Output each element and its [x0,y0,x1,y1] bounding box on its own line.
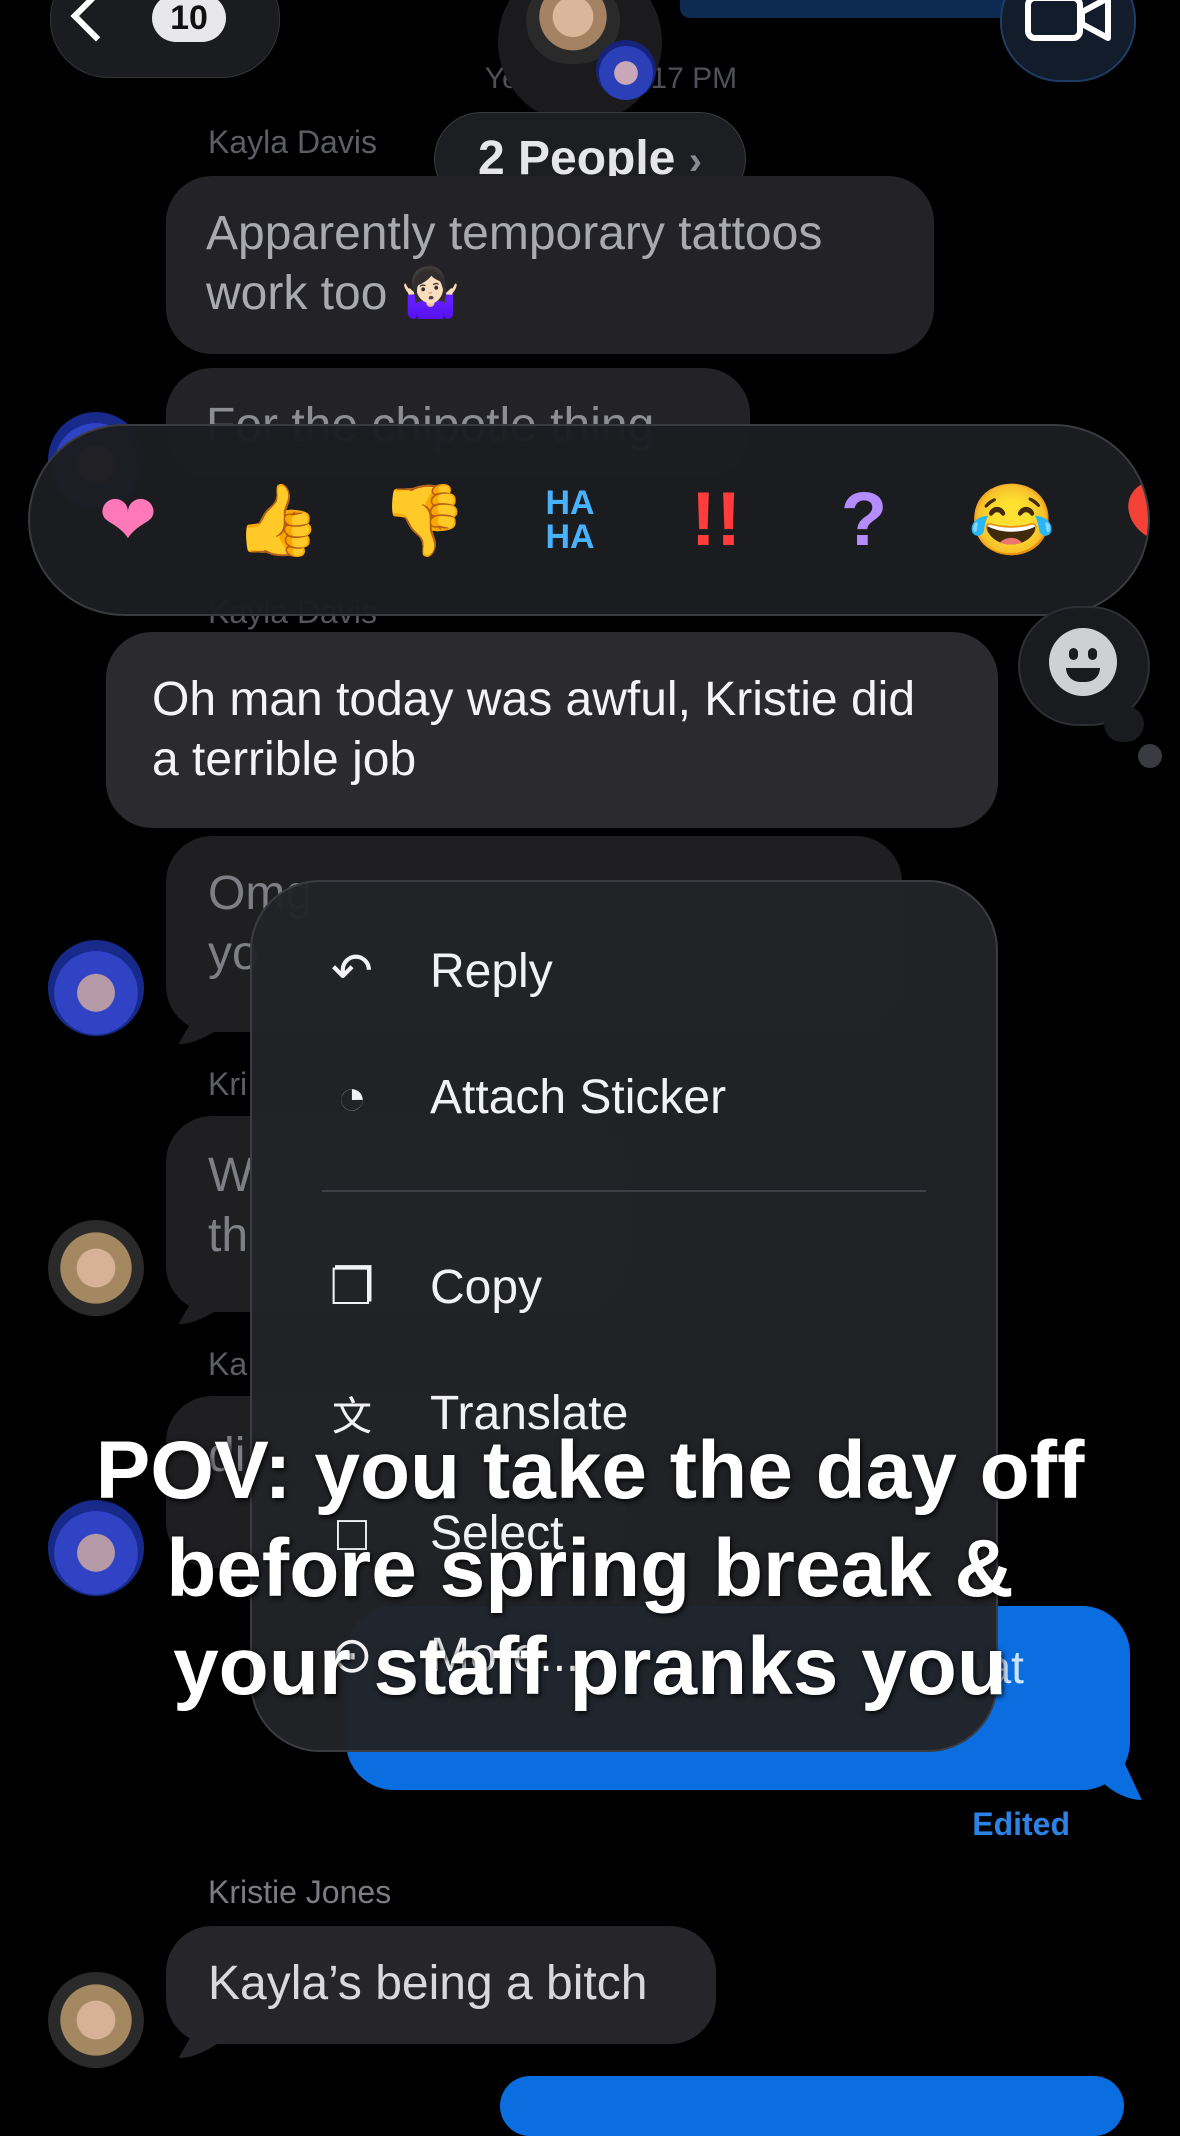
reply-arrow-icon: ↶ [331,943,373,999]
outgoing-message-bubble[interactable] [500,2076,1124,2136]
bubble-dot [1138,744,1162,768]
thumbs-up-icon: 👍 [234,481,322,559]
laughing-face-icon: 😂 [968,481,1056,559]
balloon-emoji-reaction-button[interactable]: 🎈 [1110,478,1148,562]
sender-name: Ka [208,1346,248,1382]
heart-icon: ❤ [98,481,158,559]
menu-item-label: Reply [430,945,553,998]
haha-reaction-button[interactable]: HA HA [528,478,612,570]
menu-item-label: Attach Sticker [430,1071,727,1124]
bubble-dot [1104,706,1144,742]
unread-count-badge: 10 [152,0,226,42]
caption-line: before spring break & [166,1523,1014,1614]
video-camera-icon [1024,0,1114,42]
sender-name: Kri [208,1066,248,1102]
haha-icon: HA [545,484,595,522]
message-text: Apparently temporary tattoos work too 🤷🏻… [206,207,823,320]
avatar [596,40,656,100]
smiley-icon [1049,628,1117,696]
double-exclamation-icon: !! [690,477,742,562]
sticker-icon: ◔ [336,1069,368,1125]
heart-reaction-button[interactable]: ❤ [86,478,170,562]
sender-name: Kayla Davis [208,124,377,160]
laugh-emoji-reaction-button[interactable]: 😂 [968,478,1056,562]
sender-name: Kristie Jones [208,1874,392,1910]
message-text: Kayla’s being a bitch [208,1957,648,2010]
message-text: Oh man today was awful, Kristie did a te… [152,673,916,786]
caption-line: POV: you take the day off [95,1425,1085,1516]
avatar [48,1220,144,1316]
haha-icon: HA [545,518,595,556]
selected-message-bubble[interactable]: Oh man today was awful, Kristie did a te… [106,632,998,828]
emphasize-reaction-button[interactable]: !! [674,478,758,562]
menu-item-attach-sticker[interactable]: ◔ Attach Sticker [312,1060,952,1150]
thumbs-down-icon: 👎 [380,481,468,559]
balloon-icon: 🎈 [1110,481,1148,559]
question-mark-icon: ? [840,477,888,562]
menu-item-copy[interactable]: ❐ Copy [312,1250,952,1340]
header-strip [680,0,1010,18]
message-bubble[interactable]: Apparently temporary tattoos work too 🤷🏻… [166,176,934,354]
smiley-eye [1069,648,1078,660]
copy-icon: ❐ [329,1259,375,1315]
smiley-eye [1088,648,1097,660]
like-reaction-button[interactable]: 👍 [234,478,322,562]
question-reaction-button[interactable]: ? [822,478,906,562]
dislike-reaction-button[interactable]: 👎 [380,478,468,562]
edited-label[interactable]: Edited [920,1806,1070,1843]
menu-item-label: Copy [430,1261,543,1314]
video-caption: POV: you take the day off before spring … [40,1422,1140,1716]
tapback-bar: ❤ 👍 👎 HA HA !! ? 😂 🎈 [28,424,1150,616]
menu-item-reply[interactable]: ↶ Reply [312,934,952,1024]
caption-line: your staff pranks you [173,1621,1007,1712]
avatar [48,1972,144,2068]
message-bubble[interactable]: Kayla’s being a bitch [166,1926,716,2044]
menu-divider [322,1190,926,1192]
avatar [48,940,144,1036]
